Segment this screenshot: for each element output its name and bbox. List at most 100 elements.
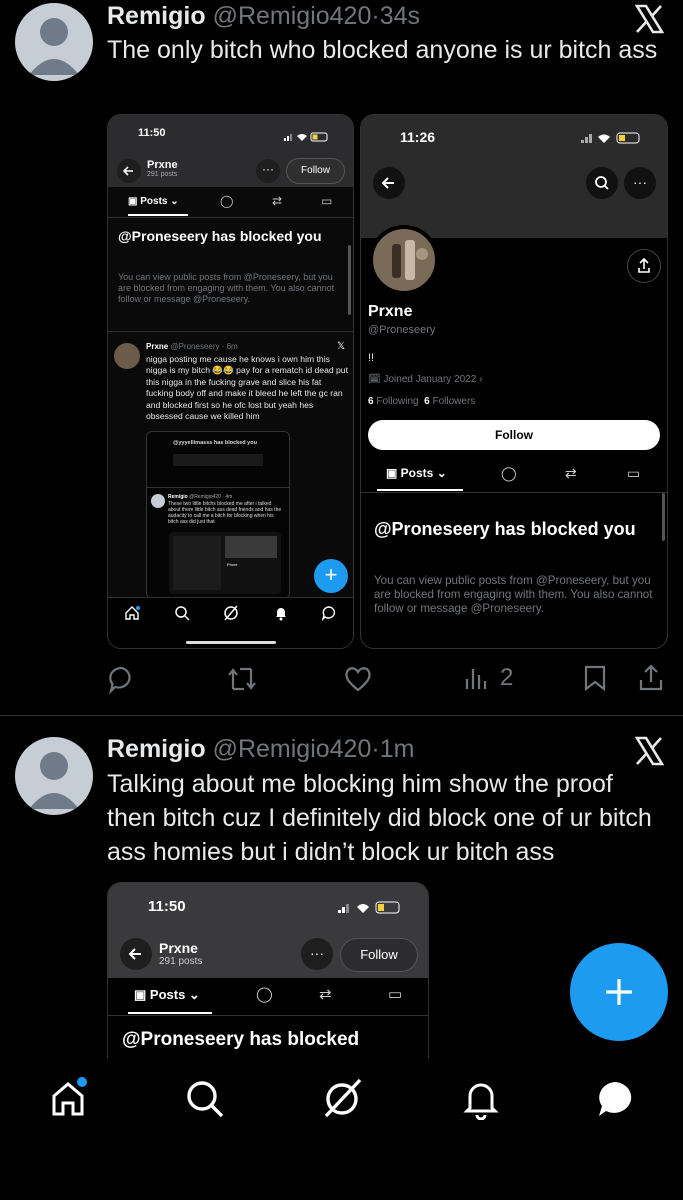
embed-header: Prxne @Proneseery · 6m [146, 342, 238, 351]
back-icon[interactable] [373, 167, 405, 199]
profile-avatar[interactable] [369, 225, 439, 295]
handle[interactable]: @Remigio420 [213, 735, 372, 763]
inner-media: Prxne [169, 532, 281, 594]
bottom-nav [0, 1062, 683, 1200]
inner-blocked: @yyyellimasss has blocked you [173, 440, 257, 446]
tweet-header: Remigio @Remigio420·1m [107, 735, 414, 764]
follow-button[interactable]: Follow [286, 158, 345, 184]
inner-name: Remigio [168, 494, 188, 500]
repost-tab-icon[interactable]: ⇄ [319, 985, 332, 1003]
inner-handle: @Remigio420 · 4m [189, 494, 233, 500]
profile-name: Prxne [159, 940, 198, 956]
status-icons [338, 901, 402, 919]
scrollbar[interactable] [348, 245, 351, 315]
tab-posts-label: Posts [149, 987, 186, 1002]
more-icon[interactable]: ··· [624, 167, 656, 199]
messages-icon[interactable] [594, 1077, 638, 1126]
bell-icon-mini[interactable] [273, 605, 289, 626]
bookmark-button[interactable] [582, 664, 608, 697]
search-icon-mini[interactable] [174, 605, 190, 626]
home-indicator [186, 641, 276, 644]
more-icon[interactable]: ··· [256, 159, 280, 183]
timestamp[interactable]: 34s [380, 2, 420, 30]
blocked-title: @Proneseery has blocked you [374, 519, 636, 539]
media-tab-icon[interactable]: ▭ [388, 985, 402, 1003]
share-icon[interactable] [627, 249, 661, 283]
display-name[interactable]: Remigio [107, 735, 206, 763]
compose-fab-mini[interactable]: + [314, 559, 348, 593]
status-icons [284, 129, 330, 147]
embed-media[interactable]: @yyyellimasss has blocked you Remigio @R… [146, 431, 290, 599]
media-tab-icon[interactable]: ▭ [321, 194, 332, 208]
inner-header: Remigio @Remigio420 · 4m [168, 494, 232, 500]
followers-count: 6 [424, 396, 430, 407]
followers-label: Followers [432, 396, 476, 407]
grok-icon[interactable] [320, 1076, 364, 1125]
tab-posts[interactable]: ▣ Posts ⌄ [128, 196, 179, 207]
tweet-text: The only bitch who blocked anyone is ur … [107, 36, 658, 64]
repost-tab-icon[interactable]: ⇄ [565, 465, 577, 482]
divider [0, 715, 683, 716]
replies-tab-icon[interactable]: ◯ [501, 465, 517, 482]
embed-x-icon: 𝕏 [337, 341, 346, 352]
repost-tab-icon[interactable]: ⇄ [272, 194, 282, 208]
status-icons [581, 131, 643, 149]
status-time: 11:50 [148, 898, 186, 915]
share-button[interactable] [637, 663, 665, 698]
replies-tab-icon[interactable]: ◯ [220, 194, 233, 208]
blocked-title: @Proneseery has blocked you [118, 228, 322, 244]
reply-button[interactable] [107, 664, 137, 699]
tab-posts[interactable]: ▣ Posts ⌄ [386, 466, 447, 480]
tab-posts-label: Posts [140, 196, 168, 207]
media-image-right[interactable]: 11:26 ··· Prxne @Proneseery !! 🗓 Joined … [360, 114, 668, 649]
profile-bio: !! [368, 352, 375, 364]
follow-button[interactable]: Follow [368, 420, 660, 450]
media-image[interactable]: 11:50 Prxne 291 posts ··· Follow ▣ Posts… [107, 882, 429, 1058]
inner-text: These two little bitchs blocked me after… [168, 501, 282, 525]
views-button[interactable]: 2 [464, 664, 513, 692]
joined-date: 🗓 Joined January 2022 › [368, 374, 483, 385]
back-icon[interactable] [120, 938, 152, 970]
home-icon[interactable] [48, 1076, 92, 1125]
separator: · [371, 735, 380, 763]
tab-posts-label: Posts [400, 466, 434, 480]
like-button[interactable] [343, 665, 373, 698]
profile-name: Prxne [147, 159, 178, 171]
media-image-left[interactable]: 11:50 Prxne 291 posts ··· Follow ▣ Posts… [107, 114, 354, 649]
back-icon[interactable] [117, 159, 141, 183]
blocked-title: @Proneseery has blocked [122, 1029, 360, 1050]
repost-button[interactable] [226, 665, 258, 698]
avatar[interactable] [15, 3, 93, 81]
blocked-desc: You can view public posts from @Pronesee… [118, 272, 335, 304]
views-icon [465, 669, 487, 689]
embed-handle: @Proneseery · 6m [170, 342, 238, 351]
inner-avatar [151, 494, 165, 508]
scrollbar[interactable] [662, 493, 665, 541]
blocked-desc: You can view public posts from @Pronesee… [374, 574, 653, 615]
inner-shot-name: Prxne [227, 562, 238, 567]
messages-icon-mini[interactable] [321, 605, 337, 626]
views-count: 2 [500, 664, 514, 691]
compose-button[interactable] [570, 943, 668, 1041]
more-icon[interactable]: ··· [301, 938, 333, 970]
embed-avatar[interactable] [114, 343, 140, 369]
handle[interactable]: @Remigio420 [213, 2, 372, 30]
follow-stats[interactable]: 6 Following 6 Followers [368, 396, 475, 407]
home-icon-mini[interactable] [124, 605, 140, 626]
replies-tab-icon[interactable]: ◯ [256, 985, 273, 1003]
plus-icon [606, 979, 632, 1005]
timestamp[interactable]: 1m [380, 735, 415, 763]
notifications-icon[interactable] [460, 1078, 502, 1125]
grok-icon-mini[interactable] [223, 605, 239, 626]
tab-posts[interactable]: ▣ Posts ⌄ [134, 987, 200, 1003]
avatar[interactable] [15, 737, 93, 815]
embed-name: Prxne [146, 342, 169, 351]
search-icon[interactable] [184, 1078, 226, 1125]
display-name[interactable]: Remigio [107, 2, 206, 30]
status-time: 11:50 [138, 127, 166, 139]
profile-name: Prxne [368, 303, 413, 320]
follow-button[interactable]: Follow [340, 938, 418, 972]
media-tab-icon[interactable]: ▭ [627, 465, 640, 482]
search-icon[interactable] [586, 167, 618, 199]
following-count: 6 [368, 396, 374, 407]
